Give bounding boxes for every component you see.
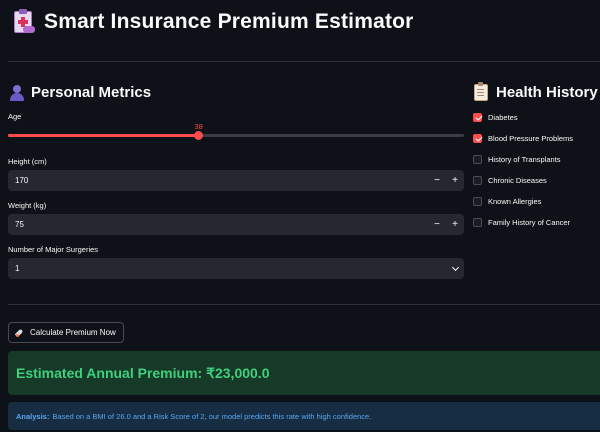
checkbox-label: Diabetes (488, 112, 518, 122)
checkbox-chronic-diseases[interactable]: Chronic Diseases (473, 174, 547, 186)
premium-result-text: Estimated Annual Premium: ₹23,000.0 (16, 364, 270, 381)
checkbox-label: Known Allergies (488, 196, 542, 206)
weight-input[interactable]: 75 − + (8, 214, 464, 235)
checkbox-label: History of Transplants (488, 154, 561, 164)
personal-metrics-title: Personal Metrics (31, 84, 152, 101)
height-input[interactable]: 170 − + (8, 170, 464, 191)
checkbox-box[interactable] (473, 175, 482, 185)
checkbox-blood-pressure[interactable]: Blood Pressure Problems (473, 132, 573, 144)
calculate-premium-button[interactable]: Calculate Premium Now (8, 322, 124, 343)
bottom-divider (8, 304, 600, 305)
checkbox-diabetes[interactable]: Diabetes (473, 111, 518, 123)
checkbox-box[interactable] (473, 196, 482, 206)
age-slider-value: 38 (194, 122, 203, 131)
checkbox-label: Family History of Cancer (488, 217, 571, 227)
personal-metrics-heading: Personal Metrics (10, 84, 151, 101)
checkbox-box[interactable] (473, 112, 482, 122)
checkbox-transplants[interactable]: History of Transplants (473, 153, 561, 165)
person-icon (10, 84, 24, 101)
page-title: Smart Insurance Premium Estimator (44, 10, 414, 33)
checkbox-box[interactable] (473, 133, 482, 143)
checkbox-box[interactable] (473, 154, 482, 164)
height-label: Height (cm) (8, 157, 47, 166)
chevron-down-icon[interactable] (451, 263, 459, 271)
height-increment-button[interactable]: + (446, 170, 464, 191)
weight-decrement-button[interactable]: − (428, 214, 446, 235)
checkbox-label: Blood Pressure Problems (488, 133, 574, 143)
checkbox-allergies[interactable]: Known Allergies (473, 195, 541, 207)
weight-increment-button[interactable]: + (446, 214, 464, 235)
analysis-info-box: Analysis: Based on a BMI of 26.0 and a R… (8, 402, 600, 430)
calculate-premium-label: Calculate Premium Now (30, 328, 116, 337)
weight-label: Weight (kg) (8, 201, 47, 210)
analysis-text: Based on a BMI of 26.0 and a Risk Score … (52, 411, 372, 421)
surgeries-select[interactable]: 1 (8, 258, 464, 279)
checkbox-label: Chronic Diseases (488, 175, 547, 185)
weight-value[interactable]: 75 (8, 220, 428, 229)
health-history-title: Health History (496, 84, 598, 101)
clipboard-medical-icon (10, 9, 36, 35)
age-label: Age (8, 112, 22, 121)
height-value[interactable]: 170 (8, 176, 428, 185)
age-slider-fill (8, 134, 199, 137)
checkbox-family-cancer[interactable]: Family History of Cancer (473, 216, 570, 228)
health-history-heading: Health History (474, 82, 598, 101)
analysis-label: Analysis: (16, 411, 50, 421)
height-decrement-button[interactable]: − (428, 170, 446, 191)
top-divider (8, 61, 600, 62)
checkbox-box[interactable] (473, 217, 482, 227)
surgeries-value: 1 (15, 264, 20, 273)
rocket-icon (16, 328, 25, 337)
premium-result-box: Estimated Annual Premium: ₹23,000.0 (8, 351, 600, 395)
clipboard-icon (474, 82, 488, 101)
surgeries-label: Number of Major Surgeries (8, 245, 99, 254)
age-slider[interactable]: 38 (8, 122, 464, 140)
page-header: Smart Insurance Premium Estimator (10, 8, 414, 36)
age-slider-handle[interactable] (194, 131, 204, 140)
